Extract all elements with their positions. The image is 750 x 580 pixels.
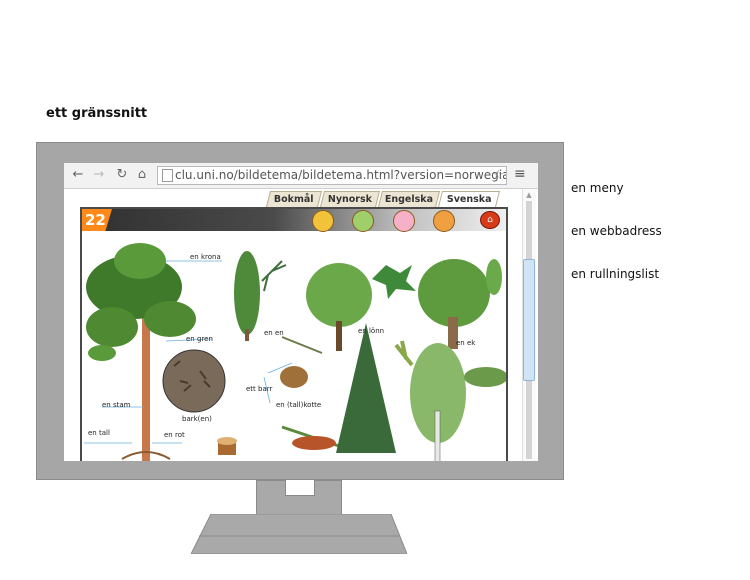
- menu-icon[interactable]: ≡: [514, 166, 526, 182]
- bark-closeup: [162, 349, 226, 413]
- birch-illustration: [394, 340, 506, 461]
- label-ek: en ek: [456, 339, 476, 347]
- address-bar[interactable]: clu.uni.no/bildetema/bildetema.html?vers…: [157, 166, 507, 185]
- tab-engelska[interactable]: Engelska: [378, 191, 440, 207]
- browser-toolbar: ← → ↻ ⌂ clu.uni.no/bildetema/bildetema.h…: [64, 163, 538, 189]
- scroll-up-arrow-icon[interactable]: ▲: [523, 191, 535, 199]
- url-text: clu.uni.no/bildetema/bildetema.html?vers…: [175, 168, 507, 182]
- label-barr: ett barr: [246, 385, 273, 393]
- berry-category-icon[interactable]: [393, 210, 415, 232]
- label-bark: bark(en): [182, 415, 212, 423]
- app-header: 22 ⌂: [82, 209, 506, 232]
- reload-icon[interactable]: ↻: [114, 166, 130, 184]
- scroll-thumb[interactable]: [523, 259, 535, 381]
- bookmark-star-icon[interactable]: ☆: [492, 167, 504, 184]
- home-icon[interactable]: ⌂: [134, 166, 150, 184]
- pine-branch-illustration: [280, 336, 343, 450]
- spruce-illustration: [336, 323, 396, 453]
- annotation-address: en webbadress: [571, 224, 662, 238]
- web-content: Bokmål Nynorsk Engelska Svenska 22 ⌂ en …: [64, 189, 538, 461]
- page-title: ett gränssnitt: [46, 106, 148, 121]
- back-icon[interactable]: ←: [70, 166, 86, 184]
- fruit-category-icon[interactable]: [433, 210, 455, 232]
- oak-illustration: [418, 259, 502, 349]
- forward-icon[interactable]: →: [91, 166, 107, 184]
- annotation-menu: en meny: [571, 181, 624, 195]
- chapter-badge: 22: [82, 209, 112, 231]
- monitor-base: [191, 514, 407, 554]
- monitor-screen: ← → ↻ ⌂ clu.uni.no/bildetema/bildetema.h…: [64, 163, 538, 461]
- leaf-category-icon[interactable]: [352, 210, 374, 232]
- tab-bokmal[interactable]: Bokmål: [266, 191, 322, 207]
- scrollbar[interactable]: ▲: [522, 189, 536, 461]
- label-krona: en krona: [190, 253, 221, 261]
- picture-dictionary-frame: 22 ⌂ en krona en gren en stam bark(en) e…: [80, 207, 508, 461]
- label-kotte: en (tall)kotte: [276, 401, 322, 409]
- juniper-illustration: [234, 251, 287, 341]
- label-en: en en: [264, 329, 284, 337]
- stump-illustration: [217, 437, 237, 455]
- page-icon: [162, 169, 173, 182]
- annotation-scrollbar: en rullningslist: [571, 267, 660, 281]
- label-gren: en gren: [186, 335, 213, 343]
- tab-svenska[interactable]: Svenska: [438, 191, 500, 207]
- tree-category-icon[interactable]: [312, 210, 334, 232]
- tab-nynorsk[interactable]: Nynorsk: [320, 191, 380, 207]
- label-tall: en tall: [88, 429, 110, 437]
- maple-illustration: [306, 263, 416, 351]
- label-lonn: en lönn: [358, 327, 385, 335]
- tree-illustrations: [84, 243, 506, 461]
- label-rot: en rot: [164, 431, 185, 439]
- label-stam: en stam: [102, 401, 131, 409]
- app-home-icon[interactable]: ⌂: [480, 211, 500, 229]
- monitor-neck-opening: [285, 480, 315, 496]
